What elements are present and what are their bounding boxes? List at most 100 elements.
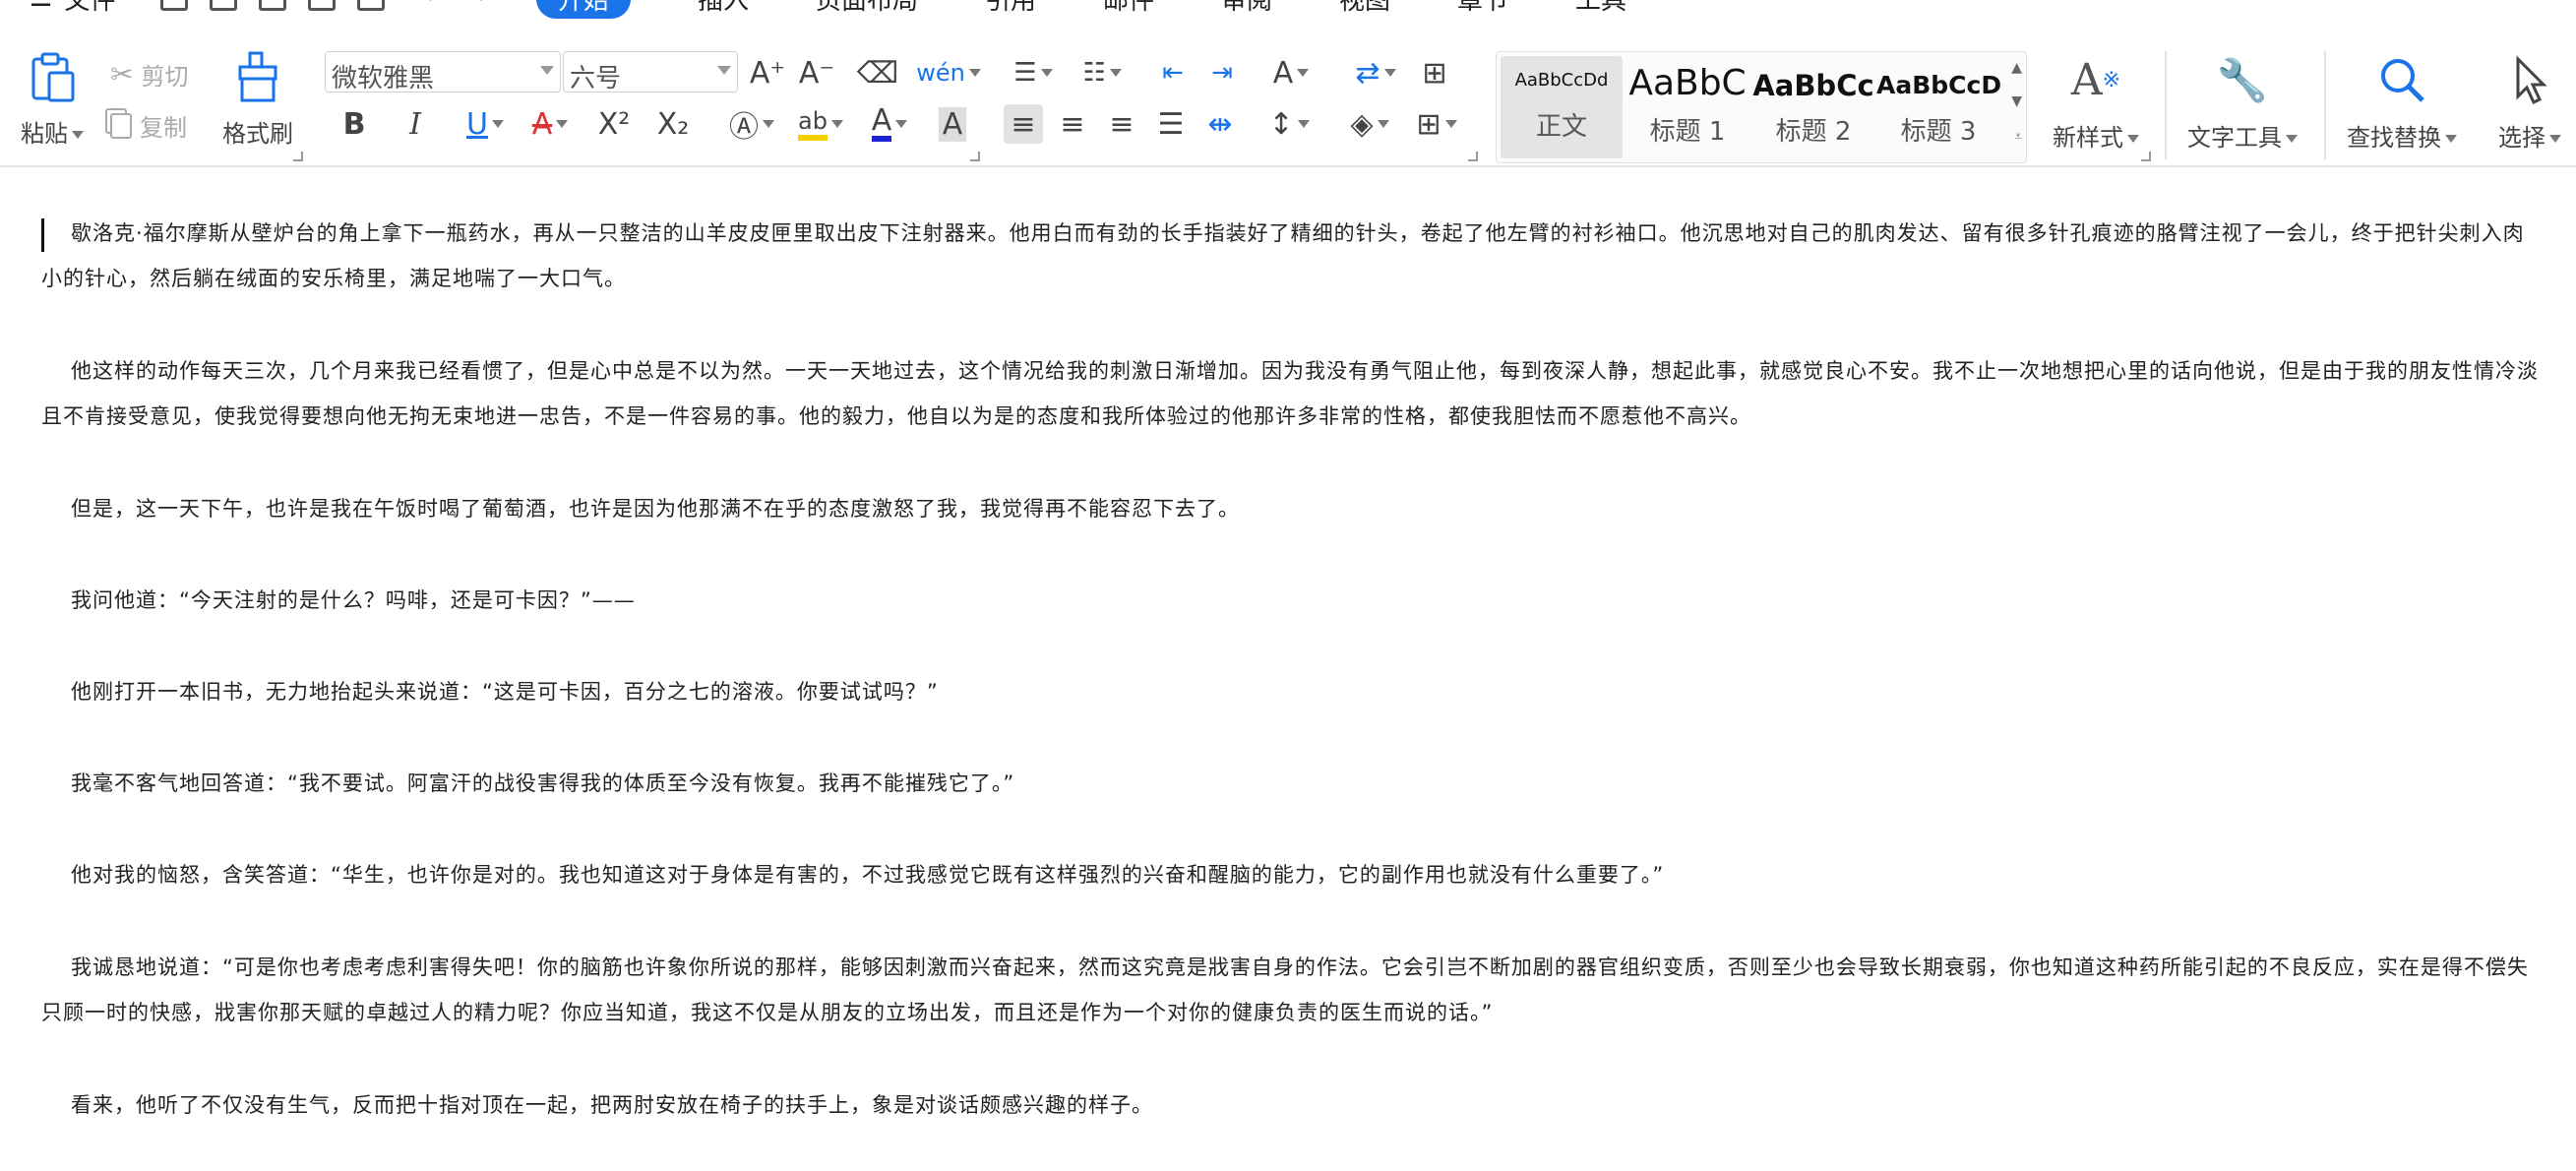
font-name-select[interactable]: 微软雅黑 bbox=[325, 51, 561, 93]
style-heading-3[interactable]: AaBbCcD 标题 3 bbox=[1876, 58, 2001, 148]
chevron-down-icon bbox=[1377, 120, 1389, 128]
gallery-scroll-up[interactable]: ▲ bbox=[2011, 60, 2022, 76]
save-icon[interactable] bbox=[210, 0, 238, 11]
decrease-indent-button[interactable]: ⇤ bbox=[1153, 53, 1193, 92]
style-heading-2-preview: AaBbCc bbox=[1752, 69, 1874, 102]
line-spacing-button[interactable]: ↕ bbox=[1261, 104, 1317, 144]
document-page[interactable]: 歇洛克·福尔摩斯从壁炉台的角上拿下一瓶药水，再从一只整洁的山羊皮皮匣里取出皮下注… bbox=[0, 169, 2576, 1171]
subscript-button[interactable]: X₂ bbox=[653, 104, 693, 144]
find-replace-button[interactable]: 查找替换 bbox=[2338, 55, 2466, 153]
shrink-font-icon: A⁻ bbox=[798, 55, 835, 91]
new-style-icon: A※ bbox=[2070, 55, 2121, 105]
clipboard-dialog-launcher[interactable] bbox=[293, 152, 303, 161]
print-icon[interactable] bbox=[308, 0, 337, 11]
text-effect-button[interactable]: Ⓐ bbox=[722, 104, 781, 145]
cut-button[interactable]: ✂ 剪切 bbox=[110, 57, 188, 92]
style-heading-3-name: 标题 3 bbox=[1900, 117, 1977, 147]
sort-button[interactable]: ⇄ bbox=[1348, 53, 1403, 92]
paint-bucket-icon: ◈ bbox=[1350, 106, 1374, 142]
tab-start[interactable]: 开始 bbox=[535, 0, 631, 19]
style-heading-2-name: 标题 2 bbox=[1775, 117, 1852, 147]
text-tools-button[interactable]: 🔧 文字工具 bbox=[2178, 55, 2306, 153]
align-center-button[interactable]: ≡ bbox=[1053, 104, 1092, 144]
paragraph-line: 我毫不客气地回答道：“我不要试。阿富汗的战役害得我的体质至今没有恢复。我再不能摧… bbox=[71, 771, 1015, 795]
find-replace-label: 查找替换 bbox=[2347, 124, 2441, 152]
table-layout-button[interactable]: ⊞ bbox=[1415, 53, 1454, 92]
chevron-down-icon[interactable] bbox=[72, 131, 84, 139]
select-button[interactable]: 选择 bbox=[2484, 55, 2576, 153]
search-icon bbox=[2381, 59, 2424, 102]
font-color-button[interactable]: A bbox=[860, 104, 919, 144]
clear-format-button[interactable]: ⌫ bbox=[856, 53, 899, 92]
new-style-button[interactable]: A※ 新样式 bbox=[2045, 55, 2147, 153]
paragraph-line: 歇洛克·福尔摩斯从壁炉台的角上拿下一瓶药水，再从一只整洁的山羊皮皮匣里取出皮下注… bbox=[71, 221, 2525, 245]
underline-button[interactable]: U bbox=[455, 104, 516, 144]
preview-icon[interactable] bbox=[357, 0, 386, 11]
char-shading-button[interactable]: A bbox=[933, 104, 972, 144]
superscript-icon: X² bbox=[597, 106, 631, 142]
shading-button[interactable]: ◈ bbox=[1342, 104, 1397, 144]
chevron-down-icon bbox=[895, 120, 908, 128]
export-icon[interactable] bbox=[259, 0, 287, 11]
grow-font-button[interactable]: A⁺ bbox=[748, 53, 787, 92]
tab-reference[interactable]: 引用 bbox=[985, 0, 1036, 17]
undo-icon[interactable]: ↶ bbox=[424, 0, 446, 13]
justify-button[interactable]: ☰ bbox=[1151, 104, 1191, 144]
divider bbox=[2165, 51, 2167, 159]
tab-view[interactable]: 视图 bbox=[1339, 0, 1390, 17]
gallery-expand[interactable]: ⩡ bbox=[2014, 129, 2022, 145]
italic-button[interactable]: I bbox=[396, 104, 435, 144]
gallery-scroll-down[interactable]: ▼ bbox=[2011, 93, 2022, 109]
tab-tools[interactable]: 工具 bbox=[1575, 0, 1626, 17]
superscript-button[interactable]: X² bbox=[594, 104, 634, 144]
numbering-button[interactable]: ☷ bbox=[1074, 53, 1130, 92]
paragraph-line: 我诚恳地说道：“可是你也考虑考虑利害得失吧！你的脑筋也许象你所说的那样，能够因刺… bbox=[71, 955, 2529, 979]
shrink-font-button[interactable]: A⁻ bbox=[797, 53, 836, 92]
style-normal[interactable]: AaBbCcDd 正文 bbox=[1501, 56, 1623, 158]
file-menu[interactable]: ☰ 文件 bbox=[30, 0, 115, 17]
increase-indent-button[interactable]: ⇥ bbox=[1202, 53, 1242, 92]
style-heading-2[interactable]: AaBbCc 标题 2 bbox=[1752, 58, 1874, 148]
paragraph-line: 我问他道：“今天注射的是什么？吗啡，还是可卡因？”—— bbox=[71, 588, 636, 612]
subscript-icon: X₂ bbox=[656, 106, 690, 142]
phonetic-guide-button[interactable]: wén bbox=[916, 53, 981, 92]
borders-button[interactable]: ⊞ bbox=[1409, 104, 1464, 144]
indent-icon: ⇥ bbox=[1211, 58, 1233, 88]
paragraph-dialog-launcher[interactable] bbox=[1468, 152, 1478, 161]
eraser-icon: ⌫ bbox=[856, 55, 899, 91]
style-heading-1[interactable]: AaBbC 标题 1 bbox=[1625, 58, 1750, 148]
align-left-button[interactable]: ≡ bbox=[1004, 104, 1043, 144]
paragraph-line: 他这样的动作每天三次，几个月来我已经看惯了，但是心中总是不以为然。一天一天地过去… bbox=[71, 359, 2539, 383]
copy-button[interactable]: 复制 bbox=[110, 108, 187, 143]
bullets-button[interactable]: ☰ bbox=[1006, 53, 1061, 92]
chevron-down-icon bbox=[2127, 135, 2139, 143]
text-direction-button[interactable]: A bbox=[1263, 53, 1319, 92]
select-label: 选择 bbox=[2498, 124, 2545, 152]
open-icon[interactable] bbox=[160, 0, 189, 11]
tab-insert[interactable]: 插入 bbox=[698, 0, 749, 17]
chevron-down-icon bbox=[1383, 69, 1396, 77]
paste-button[interactable]: 粘贴 bbox=[18, 51, 87, 149]
tab-layout[interactable]: 页面布局 bbox=[816, 0, 918, 17]
chevron-down-icon bbox=[1109, 69, 1122, 77]
font-size-value: 六号 bbox=[570, 64, 622, 93]
align-right-button[interactable]: ≡ bbox=[1102, 104, 1141, 144]
style-heading-1-name: 标题 1 bbox=[1649, 117, 1726, 147]
bold-button[interactable]: B bbox=[335, 104, 374, 144]
paragraph-line: 他对我的恼怒，含笑答道：“华生，也许你是对的。我也知道这对于身体是有害的，不过我… bbox=[71, 863, 1665, 887]
tab-review[interactable]: 审阅 bbox=[1221, 0, 1272, 17]
strikethrough-button[interactable]: A bbox=[520, 104, 581, 144]
redo-icon[interactable]: ↷ bbox=[465, 0, 487, 13]
highlight-button[interactable]: ab bbox=[791, 104, 850, 144]
borders-icon: ⊞ bbox=[1416, 106, 1441, 142]
font-size-select[interactable]: 六号 bbox=[563, 51, 738, 93]
distribute-button[interactable]: ⇹ bbox=[1200, 104, 1240, 144]
tab-chapter[interactable]: 章节 bbox=[1457, 0, 1508, 17]
cursor-arrow-icon bbox=[2516, 55, 2547, 105]
font-dialog-launcher[interactable] bbox=[970, 152, 980, 161]
paste-label: 粘贴 bbox=[21, 120, 68, 148]
tab-mail[interactable]: 邮件 bbox=[1103, 0, 1154, 17]
bullet-list-icon: ☰ bbox=[1013, 58, 1037, 88]
styles-dialog-launcher[interactable] bbox=[2141, 152, 2151, 161]
format-painter-button[interactable]: 格式刷 bbox=[216, 51, 299, 149]
